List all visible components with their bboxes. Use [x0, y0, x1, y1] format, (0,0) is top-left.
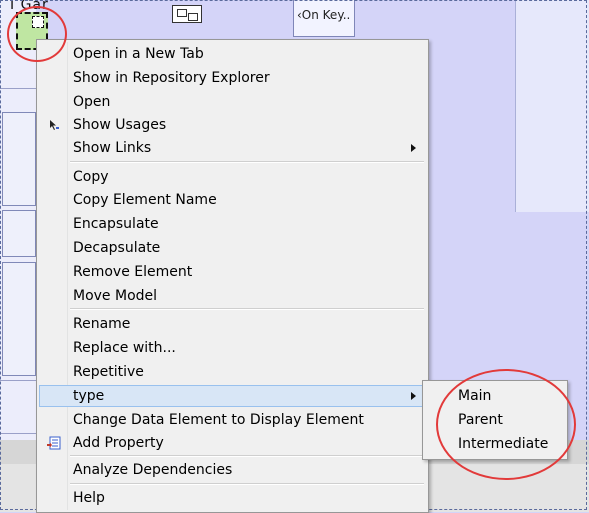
menu-item-encapsulate[interactable]: Encapsulate: [39, 213, 426, 235]
canvas-row-divider: [0, 433, 36, 434]
window-element-icon[interactable]: [172, 5, 202, 23]
menu-item-label: Open in a New Tab: [73, 46, 204, 62]
menu-separator: [70, 161, 424, 163]
menu-item-label: Encapsulate: [73, 216, 159, 232]
menu-item-type[interactable]: type: [39, 385, 426, 407]
menu-item-copy[interactable]: Copy: [39, 166, 426, 188]
canvas-element-box[interactable]: [2, 262, 36, 376]
menu-item-label: Remove Element: [73, 264, 193, 280]
menu-item-repetitive[interactable]: Repetitive: [39, 361, 426, 383]
canvas-element-box[interactable]: [2, 210, 36, 257]
menu-item-change-data-element[interactable]: Change Data Element to Display Element: [39, 409, 426, 431]
menu-separator: [70, 455, 424, 457]
on-key-element[interactable]: ‹On Key..: [293, 0, 355, 37]
menu-item-label: Show in Repository Explorer: [73, 70, 270, 86]
menu-item-help[interactable]: Help: [39, 487, 426, 509]
menu-item-analyze-dependencies[interactable]: Analyze Dependencies: [39, 459, 426, 481]
menu-item-move-model[interactable]: Move Model: [39, 285, 426, 307]
menu-item-label: Open: [73, 94, 111, 110]
menu-item-label: Copy: [73, 169, 109, 185]
menu-item-label: Show Usages: [73, 117, 167, 133]
canvas-row-divider: [0, 88, 36, 89]
submenu-arrow-icon: [411, 144, 416, 152]
menu-item-label: Show Links: [73, 140, 152, 156]
menu-item-decapsulate[interactable]: Decapsulate: [39, 237, 426, 259]
canvas-element-box[interactable]: [2, 112, 36, 206]
menu-item-rename[interactable]: Rename: [39, 313, 426, 335]
menu-separator: [70, 483, 424, 485]
menu-item-label: Copy Element Name: [73, 192, 217, 208]
canvas-row-divider: [0, 380, 36, 381]
menu-separator: [70, 308, 424, 310]
menu-item-add-property[interactable]: Add Property: [39, 432, 426, 454]
menu-item-label: Move Model: [73, 288, 158, 304]
canvas-left-column: [0, 0, 36, 512]
menu-item-label: Rename: [73, 316, 131, 332]
menu-item-label: Add Property: [73, 435, 164, 451]
context-menu: Open in a New Tab Show in Repository Exp…: [36, 39, 429, 513]
menu-item-open-new-tab[interactable]: Open in a New Tab: [39, 43, 426, 65]
menu-item-label: Repetitive: [73, 364, 144, 380]
menu-item-show-usages[interactable]: Show Usages: [39, 114, 426, 136]
menu-item-label: Decapsulate: [73, 240, 161, 256]
menu-item-label: Analyze Dependencies: [73, 462, 233, 478]
annotation-circle: [7, 6, 67, 62]
canvas-right-panel: [515, 0, 589, 212]
annotation-circle: [436, 369, 576, 480]
menu-item-label: Change Data Element to Display Element: [73, 412, 364, 428]
submenu-arrow-icon: [411, 392, 416, 400]
menu-item-copy-element-name[interactable]: Copy Element Name: [39, 189, 426, 211]
add-property-icon: [47, 436, 61, 450]
menu-item-remove-element[interactable]: Remove Element: [39, 261, 426, 283]
menu-item-show-links[interactable]: Show Links: [39, 137, 426, 159]
on-key-label: ‹On Key..: [297, 8, 351, 22]
menu-item-show-in-repository-explorer[interactable]: Show in Repository Explorer: [39, 67, 426, 89]
menu-item-label: Replace with...: [73, 340, 176, 356]
menu-item-open[interactable]: Open: [39, 91, 426, 113]
usages-cursor-icon: [50, 120, 59, 130]
menu-item-replace-with[interactable]: Replace with...: [39, 337, 426, 359]
menu-item-label: Help: [73, 490, 105, 506]
menu-item-label: type: [73, 388, 105, 404]
